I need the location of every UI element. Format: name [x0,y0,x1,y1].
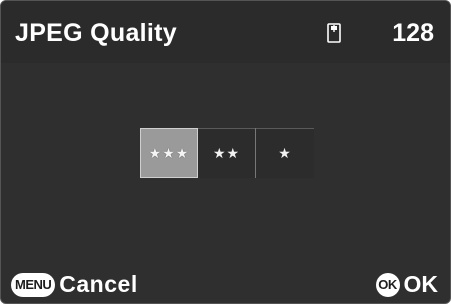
camera-menu-screen: JPEG Quality 128 ★★★ ★★ ★ MENU Cancel OK… [0,0,451,304]
quality-option-good-stars: ★ [278,144,292,161]
ok-button-icon: OK [375,272,400,297]
quality-option-good[interactable]: ★ [256,128,314,178]
shots-remaining: 128 [392,19,434,47]
cancel-button[interactable]: MENU Cancel [11,271,138,298]
ok-label: OK [403,271,439,297]
quality-option-better-stars: ★★ [212,144,241,161]
quality-selector[interactable]: ★★★ ★★ ★ [140,128,314,178]
header-bar: JPEG Quality 128 [1,1,450,63]
quality-option-better[interactable]: ★★ [198,128,256,178]
cancel-label: Cancel [59,271,138,297]
option-top-border [198,128,255,129]
quality-option-best-stars: ★★★ [148,144,190,161]
sd-card-icon [327,23,341,43]
ok-button[interactable]: OK OK [375,271,439,298]
quality-option-best[interactable]: ★★★ [140,128,198,178]
menu-button-icon: MENU [11,272,56,297]
option-top-border [256,128,314,129]
page-title: JPEG Quality [15,19,177,47]
